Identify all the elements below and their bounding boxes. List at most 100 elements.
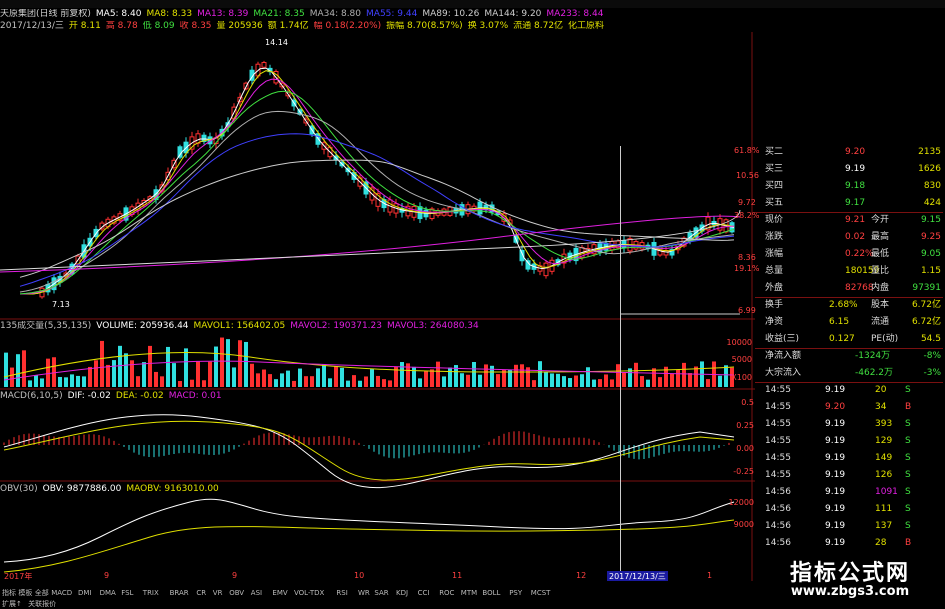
obv-legend-item: MAOBV: 9163010.00 xyxy=(126,484,219,494)
volume-legend-item: MAVOL3: 264080.34 xyxy=(387,321,479,331)
volume-bar xyxy=(580,374,584,387)
bid-price: 9.20 xyxy=(845,147,866,157)
quote-summary-item: 化工原料 xyxy=(568,21,605,31)
macd-legend-item: DEA: -0.02 xyxy=(115,391,164,401)
kline-chart[interactable] xyxy=(0,32,755,582)
stat-value: 2.68% xyxy=(829,300,858,310)
ma-legend-item: MA55: 9.44 xyxy=(366,9,418,19)
quote-value: 9.15 xyxy=(920,215,941,225)
quote-value: 9.25 xyxy=(920,232,941,242)
ma-legend-item: MA233: 8.44 xyxy=(546,9,604,19)
indicator-tab[interactable]: 全部 xyxy=(35,588,49,598)
obv-legend: OBV(30) OBV: 9877886.00 MAOBV: 9163010.00 xyxy=(0,484,600,495)
quote-summary-line: 2017/12/13/三开 8.11 高 8.78 低 8.09 收 8.35 量 20… xyxy=(0,21,752,32)
quote-summary-item: 低 8.09 xyxy=(142,21,175,31)
volume-bar xyxy=(148,345,152,387)
volume-bar xyxy=(646,379,650,387)
stat-value: 54.5 xyxy=(920,334,941,344)
quote-summary-item: 收 8.35 xyxy=(179,21,212,31)
brand-watermark: 指标公式网 www.zbgs3.com xyxy=(755,553,945,609)
volume-legend-item: VOLUME: 205936.44 xyxy=(96,321,189,331)
volume-bar xyxy=(82,376,86,387)
indicator-tab[interactable]: BRAR xyxy=(170,588,189,598)
indicator-tab[interactable]: 指标 xyxy=(2,588,16,598)
indicator-tab[interactable]: RSI xyxy=(336,588,347,598)
quote-label: 今开 xyxy=(871,215,890,225)
volume-bar xyxy=(436,361,440,387)
expand-button[interactable]: 扩展↑ xyxy=(2,600,22,608)
indicator-tab[interactable]: WR xyxy=(358,588,370,598)
indicator-tab[interactable]: KDJ xyxy=(396,588,408,598)
volume-bar xyxy=(376,375,380,387)
flow-label: 大宗流入 xyxy=(765,368,802,378)
indicator-tab[interactable]: EMV xyxy=(272,588,287,598)
indicator-tab[interactable]: DMI xyxy=(78,588,92,598)
related-quotes-button[interactable]: 关联报价 xyxy=(28,600,56,608)
volume-bar xyxy=(274,379,278,387)
indicator-tab[interactable]: SAR xyxy=(374,588,388,598)
volume-bar xyxy=(562,376,566,387)
volume-bar xyxy=(22,350,26,387)
peak-price-label: 14.14 xyxy=(265,38,288,47)
date-tick: 9 xyxy=(232,571,238,580)
tick-price: 9.19 xyxy=(825,504,846,514)
volume-bar xyxy=(178,380,182,387)
flow-pct: -3% xyxy=(923,368,941,378)
volume-legend-item: MAVOL1: 156402.05 xyxy=(193,321,286,331)
tick-volume: 111 xyxy=(875,504,893,514)
quote-summary-item: 2017/12/13/三 xyxy=(0,21,64,31)
indicator-tab[interactable]: 模板 xyxy=(18,588,32,598)
tick-volume: 137 xyxy=(875,521,893,531)
volume-bar xyxy=(694,366,698,387)
tick-time: 14:55 xyxy=(765,402,791,412)
volume-bar xyxy=(58,376,62,387)
tick-price: 9.20 xyxy=(825,402,846,412)
volume-bar xyxy=(586,367,590,387)
tick-price: 9.19 xyxy=(825,487,846,497)
ma-legend-item: MA8: 8.33 xyxy=(146,9,193,19)
quote-row: 涨幅 0.22% 最低 9.05 xyxy=(755,248,943,261)
date-tick: 1 xyxy=(707,571,713,580)
date-tick: 12 xyxy=(576,571,587,580)
indicator-tab[interactable]: FSL xyxy=(121,588,133,598)
tick-side: S xyxy=(905,419,911,429)
indicator-tab[interactable]: ROC xyxy=(439,588,454,598)
volume-bar xyxy=(16,354,20,387)
volume-bar xyxy=(88,366,92,387)
indicator-tab[interactable]: CCI xyxy=(418,588,430,598)
volume-bar xyxy=(106,364,110,387)
indicator-tab[interactable]: MTM xyxy=(461,588,477,598)
ma-legend-item: MA89: 10.26 xyxy=(422,9,480,19)
indicator-tab[interactable]: PSY xyxy=(509,588,522,598)
indicator-tab[interactable]: BOLL xyxy=(482,588,500,598)
low-price-label: 7.13 xyxy=(52,300,70,309)
stat-row: 净资 6.15 流通 6.72亿 xyxy=(755,316,943,329)
quote-row: 现价 9.21 今开 9.15 xyxy=(755,214,943,227)
volume-bar xyxy=(652,368,656,387)
price-tick: 9.72 xyxy=(738,198,756,207)
indicator-tab[interactable]: MCST xyxy=(531,588,551,598)
volume-bar xyxy=(286,370,290,387)
indicator-tab[interactable]: ASI xyxy=(251,588,262,598)
tick-time: 14:55 xyxy=(765,453,791,463)
stat-label: 收益(三) xyxy=(765,334,800,344)
quote-label: 外盘 xyxy=(765,283,784,293)
indicator-tab[interactable]: VOL-TDX xyxy=(294,588,324,598)
tick-price: 9.19 xyxy=(825,538,846,548)
quote-label: 现价 xyxy=(765,215,784,225)
volume-bar xyxy=(46,358,50,387)
indicator-tab[interactable]: MACD xyxy=(51,588,72,598)
indicator-tab[interactable]: OBV xyxy=(229,588,244,598)
volume-bar xyxy=(364,376,368,387)
volume-bar xyxy=(682,362,686,387)
indicator-tab[interactable]: VR xyxy=(213,588,223,598)
indicator-tab[interactable]: CR xyxy=(196,588,206,598)
bid-label: 买五 xyxy=(765,198,784,208)
volume-bar xyxy=(172,363,176,387)
indicator-tab[interactable]: DMA xyxy=(100,588,116,598)
bid-volume: 1626 xyxy=(918,164,941,174)
volume-legend: 135成交量(5,35,135) VOLUME: 205936.44 MAVOL1:… xyxy=(0,321,600,332)
stat-label: 流通 xyxy=(871,317,890,327)
indicator-tab[interactable]: TRIX xyxy=(143,588,159,598)
tick-price: 9.19 xyxy=(825,453,846,463)
